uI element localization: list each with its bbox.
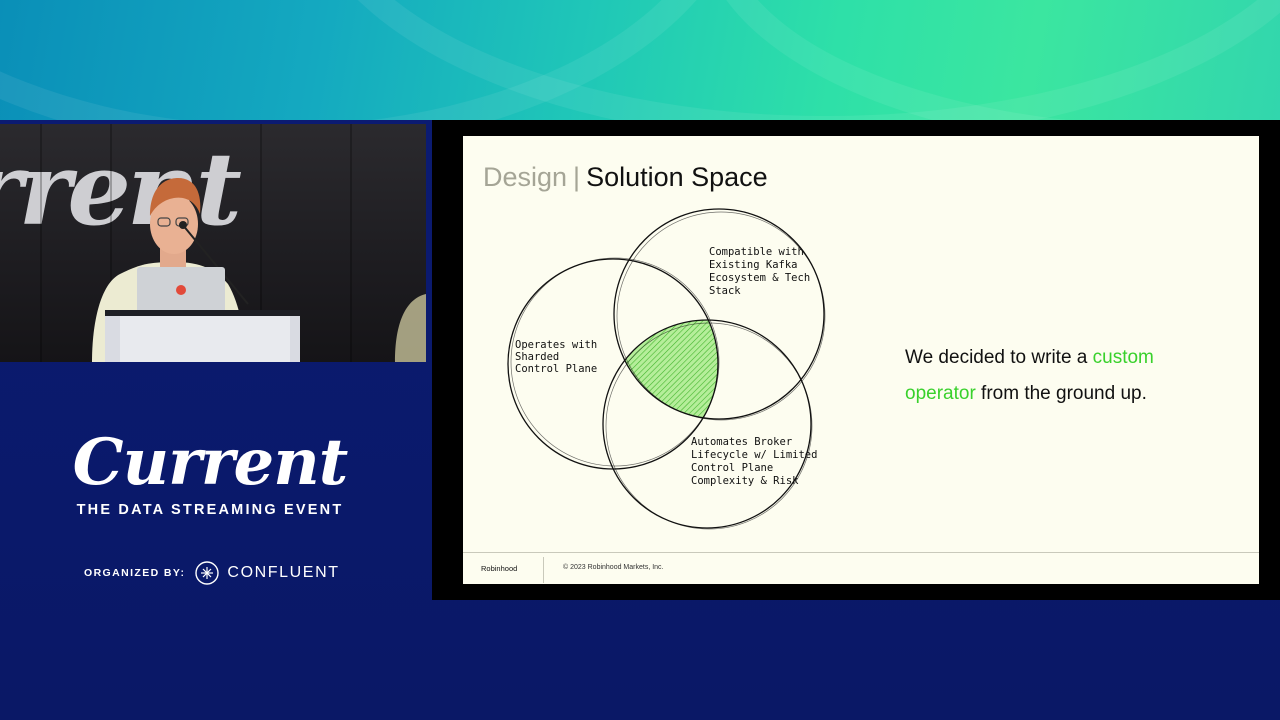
top-banner: [0, 0, 1280, 124]
speaker-camera-feed: rrent: [0, 124, 426, 362]
presentation-slide: Design | Solution Space Compatible with Ex…: [463, 136, 1259, 584]
organizer-line: ORGANIZED BY: CONFLUENT: [84, 560, 340, 586]
footer-divider: [543, 557, 544, 583]
slide-footer: Robinhood © 2023 Robinhood Markets, Inc.: [463, 552, 1259, 585]
statement-before: We decided to write a: [905, 347, 1093, 368]
venn-label-compatible: Compatible with Existing Kafka Ecosystem…: [709, 246, 816, 297]
footer-copyright: © 2023 Robinhood Markets, Inc.: [563, 564, 664, 571]
speaker-figure: [92, 178, 426, 362]
organizer-name: CONFLUENT: [227, 564, 340, 581]
organized-by-label: ORGANIZED BY:: [84, 567, 186, 579]
current-logo: Current: [72, 425, 349, 500]
venn-label-sharded: Operates with Sharded Control Plane: [515, 339, 604, 375]
slide-statement: We decided to write a custom operator fr…: [905, 340, 1205, 412]
robinhood-logo: Robinhood: [481, 564, 518, 573]
event-tagline: THE DATA STREAMING EVENT: [76, 502, 344, 518]
confluent-icon: [195, 561, 220, 585]
event-branding: Current THE DATA STREAMING EVENT: [60, 425, 360, 519]
statement-after: from the ground up.: [975, 383, 1147, 404]
